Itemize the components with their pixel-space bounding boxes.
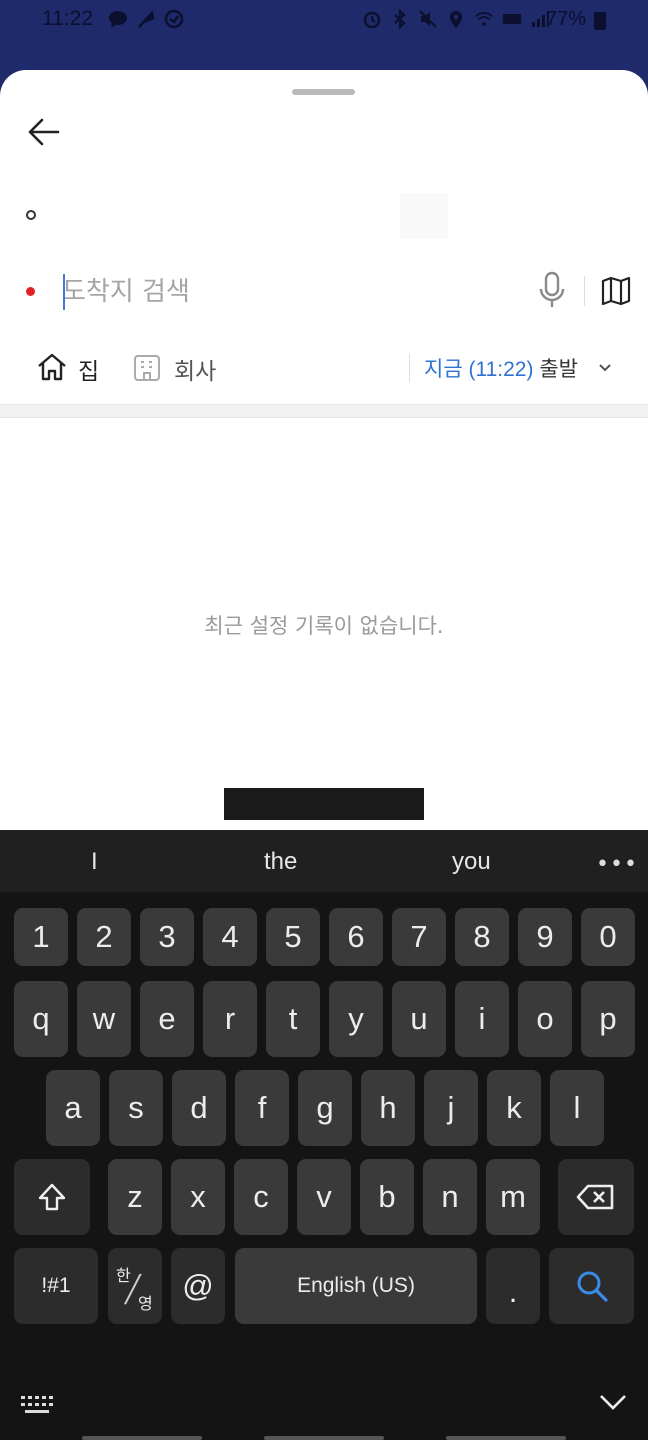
key-d[interactable]: d (172, 1070, 226, 1146)
soft-keyboard: I the you ••• 1234567890 qwertyuiop asdfgh… (0, 830, 648, 1440)
key-e[interactable]: e (140, 981, 194, 1057)
wifi-icon (475, 12, 493, 26)
key-c[interactable]: c (234, 1159, 288, 1235)
more-options-icon[interactable]: ••• (596, 852, 637, 877)
key-3[interactable]: 3 (140, 908, 194, 966)
backspace-icon (576, 1184, 614, 1210)
key-t[interactable]: t (266, 981, 320, 1057)
key-m[interactable]: m (486, 1159, 540, 1235)
route-search-sheet: 집 회사 지금 (11:22) 출발 최근 설정 기록이 없습니다. (0, 70, 648, 830)
symbols-key[interactable]: !#1 (14, 1248, 98, 1324)
toast-bar (224, 788, 424, 820)
location-icon (450, 11, 462, 28)
chevron-down-icon[interactable] (598, 363, 612, 373)
badge-icon (164, 9, 184, 29)
home-label[interactable]: 집 (78, 352, 99, 386)
space-key[interactable]: English (US) (235, 1248, 477, 1324)
lang-bottom-label: 영 (138, 1296, 153, 1313)
key-s[interactable]: s (109, 1070, 163, 1146)
backspace-key[interactable] (558, 1159, 634, 1235)
key-a[interactable]: a (46, 1070, 100, 1146)
chat-bubble-icon (109, 11, 127, 28)
key-k[interactable]: k (487, 1070, 541, 1146)
departure-time-text: 지금 (11:22) (424, 358, 534, 381)
key-5[interactable]: 5 (266, 908, 320, 966)
language-switch-key[interactable]: 한 ╱ 영 (108, 1248, 162, 1324)
empty-history-message: 최근 설정 기록이 없습니다. (204, 614, 444, 638)
status-left-icons (108, 9, 184, 29)
key-2[interactable]: 2 (77, 908, 131, 966)
office-label[interactable]: 회사 (174, 352, 216, 386)
key-z[interactable]: z (108, 1159, 162, 1235)
bluetooth-icon (394, 9, 406, 29)
key-1[interactable]: 1 (14, 908, 68, 966)
key-b[interactable]: b (360, 1159, 414, 1235)
key-r[interactable]: r (203, 981, 257, 1057)
key-g[interactable]: g (298, 1070, 352, 1146)
battery-icon (594, 12, 606, 30)
key-o[interactable]: o (518, 981, 572, 1057)
nav-recents-indicator[interactable] (82, 1436, 202, 1440)
suggestion-bar: I the you ••• (0, 830, 648, 892)
key-u[interactable]: u (392, 981, 446, 1057)
key-n[interactable]: n (423, 1159, 477, 1235)
home-icon[interactable] (36, 352, 68, 382)
divider (584, 276, 585, 306)
key-j[interactable]: j (424, 1070, 478, 1146)
departure-suffix: 출발 (539, 358, 578, 381)
alarm-icon (363, 11, 381, 29)
quick-places-row: 집 회사 지금 (11:22) 출발 (0, 346, 648, 392)
destination-search-input[interactable] (62, 270, 482, 314)
key-h[interactable]: h (361, 1070, 415, 1146)
shift-arrow-icon (38, 1183, 66, 1211)
suggestion-1[interactable]: I (91, 848, 98, 876)
departure-time-selector[interactable]: 지금 (11:22) 출발 (424, 353, 578, 383)
key-y[interactable]: y (329, 981, 383, 1057)
microphone-icon[interactable] (536, 270, 568, 310)
nav-back-indicator[interactable] (446, 1436, 566, 1440)
mute-icon (419, 10, 437, 28)
key-x[interactable]: x (171, 1159, 225, 1235)
key-f[interactable]: f (235, 1070, 289, 1146)
divider (409, 354, 410, 382)
battery-percent: 77% (546, 8, 587, 30)
search-key[interactable] (549, 1248, 634, 1324)
key-8[interactable]: 8 (455, 908, 509, 966)
status-right-icons (362, 9, 550, 29)
key-v[interactable]: v (297, 1159, 351, 1235)
office-building-icon[interactable] (133, 354, 161, 382)
status-time: 11:22 (42, 7, 93, 30)
key-i[interactable]: i (455, 981, 509, 1057)
hide-keyboard-chevron-icon[interactable] (598, 1392, 628, 1412)
origin-marker-icon (26, 210, 36, 220)
map-icon[interactable] (600, 275, 632, 307)
key-l[interactable]: l (550, 1070, 604, 1146)
shift-key[interactable] (14, 1159, 90, 1235)
destination-marker-icon (26, 287, 35, 296)
status-bar: 11:22 77% (0, 0, 648, 40)
keyboard-nav-bar (0, 1370, 648, 1440)
at-key[interactable]: @ (171, 1248, 225, 1324)
volte-icon (502, 14, 522, 24)
text-cursor (63, 274, 65, 310)
nav-home-indicator[interactable] (264, 1436, 384, 1440)
suggestion-3[interactable]: you (452, 848, 491, 876)
section-separator (0, 404, 648, 418)
search-icon (577, 1271, 608, 1302)
feather-icon (138, 10, 155, 28)
keyboard-grid-icon[interactable] (20, 1394, 54, 1414)
back-arrow-icon[interactable] (26, 114, 62, 150)
key-w[interactable]: w (77, 981, 131, 1057)
key-6[interactable]: 6 (329, 908, 383, 966)
sheet-drag-handle[interactable] (292, 89, 355, 95)
suggestion-2[interactable]: the (264, 848, 297, 876)
key-0[interactable]: 0 (581, 908, 635, 966)
key-7[interactable]: 7 (392, 908, 446, 966)
key-q[interactable]: q (14, 981, 68, 1057)
key-9[interactable]: 9 (518, 908, 572, 966)
key-p[interactable]: p (581, 981, 635, 1057)
key-4[interactable]: 4 (203, 908, 257, 966)
origin-field[interactable] (400, 193, 448, 239)
period-key[interactable]: . (486, 1248, 540, 1324)
